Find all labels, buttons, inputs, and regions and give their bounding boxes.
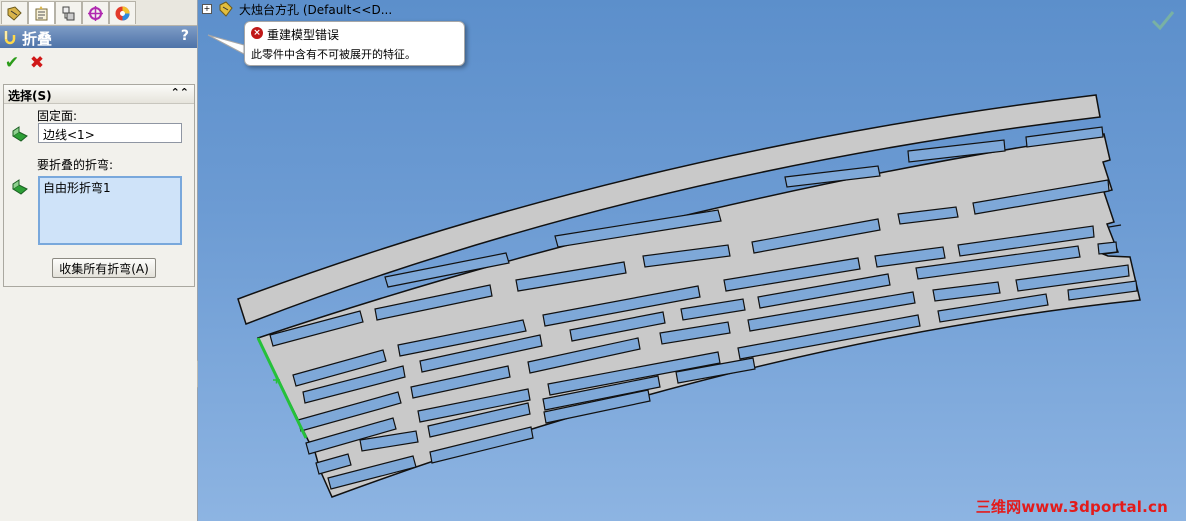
bends-selection-icon xyxy=(12,179,28,195)
tooltip-pointer xyxy=(207,34,245,55)
manager-tabs xyxy=(0,0,197,26)
page-title: 折叠 xyxy=(22,30,53,48)
sheet-metal-part-model xyxy=(237,94,1141,498)
tooltip-title: 重建模型错误 xyxy=(267,28,340,42)
part-name: 大烛台方孔 (Default<<D... xyxy=(239,2,393,17)
fixed-face-selection-icon xyxy=(12,126,28,142)
feature-manager-tab[interactable] xyxy=(1,1,28,24)
help-icon[interactable]: ? xyxy=(181,28,189,44)
property-manager-panel: 折叠 ? ✔ ✖ 选择(S) ⌃⌃ 固定面: 边线<1> 要折叠的折弯: 自由形… xyxy=(0,0,198,521)
display-manager-tab[interactable] xyxy=(109,1,136,24)
configuration-manager-tab-icon xyxy=(62,6,75,20)
dimxpert-tab[interactable] xyxy=(82,1,109,24)
property-manager-tab-icon xyxy=(35,5,48,20)
property-manager-title-bar: 折叠 ? xyxy=(0,26,197,48)
feature-manager-tab-icon xyxy=(7,5,22,21)
watermark-text: 三维网www.3dportal.cn xyxy=(975,498,1168,516)
selection-group-header[interactable]: 选择(S) ⌃⌃ xyxy=(4,85,194,104)
feature-tree-root[interactable]: + 大烛台方孔 (Default<<D... xyxy=(202,0,392,18)
configuration-manager-tab[interactable] xyxy=(55,1,82,24)
rebuild-error-tooltip: × 重建模型错误 此零件中含有不可被展开的特征。 xyxy=(244,21,465,66)
bends-to-fold-label: 要折叠的折弯: xyxy=(37,158,114,172)
fixed-face-field[interactable]: 边线<1> xyxy=(38,123,182,143)
tooltip-message: 此零件中含有不可被展开的特征。 xyxy=(251,48,416,61)
part-icon xyxy=(219,1,233,17)
bends-to-fold-list[interactable]: 自由形折弯1 xyxy=(38,176,182,245)
display-manager-tab-icon xyxy=(115,6,130,20)
ok-check-icon[interactable]: ✔ xyxy=(2,53,22,73)
collect-all-bends-button[interactable]: 收集所有折弯(A) xyxy=(52,258,156,278)
error-icon: × xyxy=(251,27,263,39)
confirmation-corner-check-icon[interactable] xyxy=(1150,8,1176,32)
cancel-x-icon[interactable]: ✖ xyxy=(27,53,47,73)
selection-group-title: 选择(S) xyxy=(8,89,52,103)
fixed-face-label: 固定面: xyxy=(37,109,78,123)
property-manager-tab[interactable] xyxy=(28,1,55,24)
fold-feature-icon xyxy=(4,31,16,45)
action-bar: ✔ ✖ xyxy=(0,50,197,76)
expand-plus-icon[interactable]: + xyxy=(202,4,212,14)
collapse-chevron-icon[interactable]: ⌃⌃ xyxy=(171,86,189,99)
dimxpert-tab-icon xyxy=(88,5,103,21)
graphics-viewport[interactable]: + 大烛台方孔 (Default<<D... × 重建模型错误 此零件中含有不可… xyxy=(198,0,1186,521)
list-item[interactable]: 自由形折弯1 xyxy=(43,179,177,196)
selection-group: 选择(S) ⌃⌃ 固定面: 边线<1> 要折叠的折弯: 自由形折弯1 收集所有折… xyxy=(3,84,195,287)
